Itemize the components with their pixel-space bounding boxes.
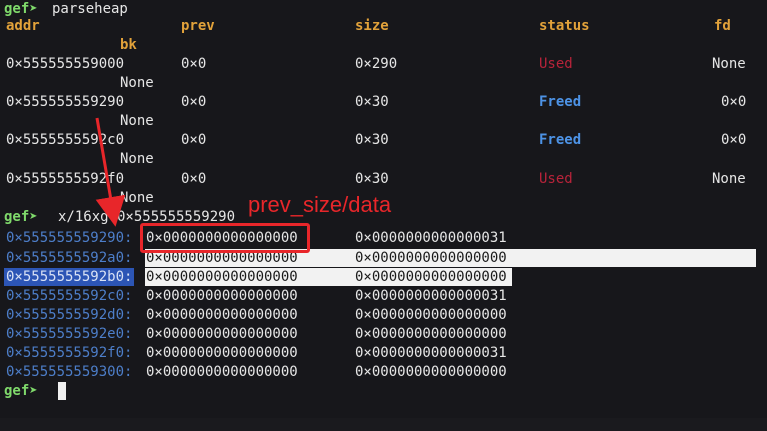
annotation-label: prev_size/data [248,192,392,217]
bottom-status-strip [0,418,767,431]
annotation-highlight-box [140,223,310,253]
